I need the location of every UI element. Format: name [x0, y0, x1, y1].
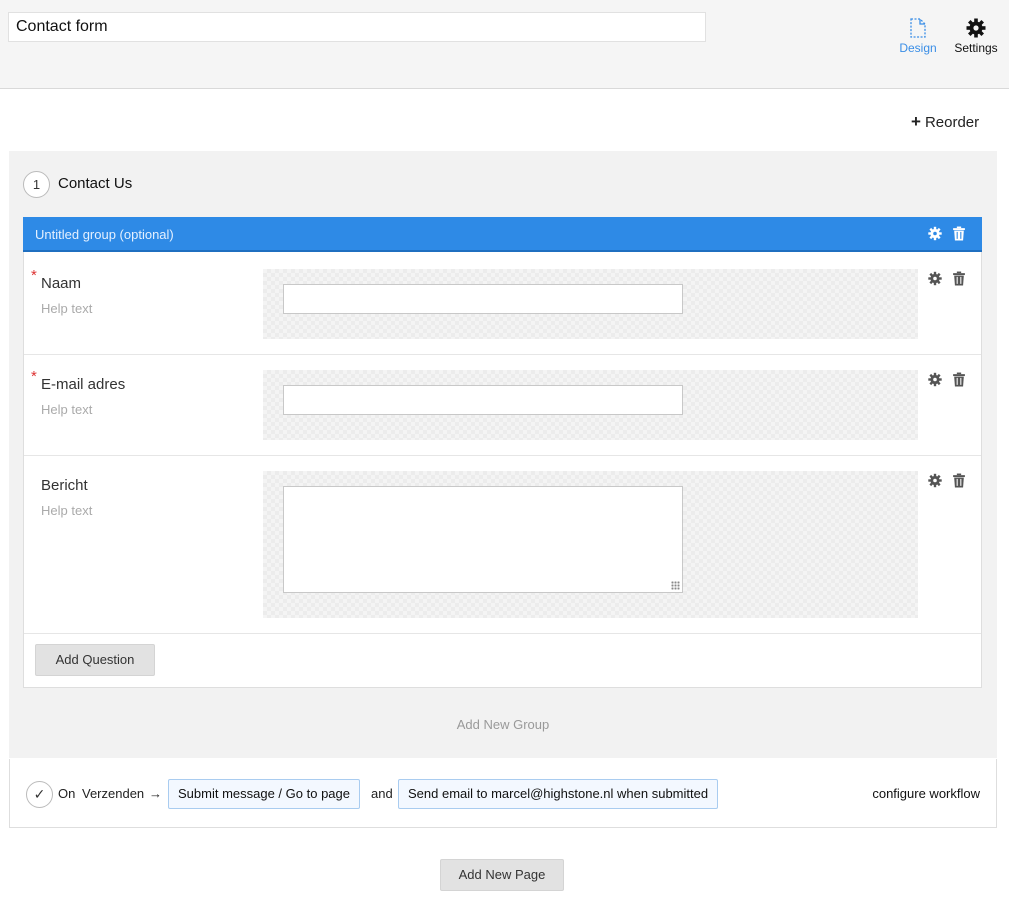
trash-icon[interactable] — [952, 473, 966, 488]
page-title[interactable]: Contact Us — [58, 175, 132, 192]
question-row[interactable]: * Naam Help text — [24, 253, 981, 355]
form-title-input[interactable]: Contact form — [8, 12, 706, 42]
workflow-on-label: On — [58, 786, 76, 801]
page-number-badge: 1 — [23, 171, 50, 198]
gear-icon — [966, 18, 986, 38]
field-preview — [263, 269, 918, 339]
design-tab[interactable]: Design — [888, 18, 948, 55]
gear-icon[interactable] — [928, 372, 942, 387]
email-input-preview — [283, 385, 683, 415]
workflow-trigger[interactable]: Verzenden — [82, 786, 144, 801]
check-icon: ✓ — [26, 781, 53, 808]
gear-icon[interactable] — [928, 271, 942, 286]
group-title[interactable]: Untitled group (optional) — [35, 227, 174, 242]
reorder-button[interactable]: + Reorder — [911, 112, 979, 132]
question-help-text[interactable]: Help text — [41, 402, 92, 417]
move-icon: + — [911, 112, 921, 131]
submit-action-button[interactable]: Submit message / Go to page — [168, 779, 360, 809]
question-label[interactable]: Bericht — [41, 477, 88, 494]
field-preview — [263, 370, 918, 440]
reorder-label: Reorder — [924, 114, 980, 131]
question-label[interactable]: Naam — [41, 275, 81, 292]
header-bar: Contact form Design Settings — [0, 0, 1009, 89]
required-marker: * — [31, 368, 37, 385]
question-label[interactable]: E-mail adres — [41, 376, 125, 393]
page-section: 1 Contact Us Untitled group (optional) *… — [9, 151, 997, 758]
configure-workflow-link[interactable]: configure workflow — [872, 786, 980, 801]
email-action-button[interactable]: Send email to marcel@highstone.nl when s… — [398, 779, 719, 809]
arrow-right-icon: → — [149, 786, 162, 801]
workflow-and-label: and — [371, 786, 393, 801]
question-row[interactable]: * E-mail adres Help text — [24, 355, 981, 456]
bericht-textarea-preview — [283, 486, 683, 593]
trash-icon[interactable] — [952, 271, 966, 286]
trash-icon[interactable] — [952, 372, 966, 387]
design-label: Design — [899, 41, 937, 55]
question-row[interactable]: Bericht Help text — [24, 456, 981, 634]
document-icon — [910, 18, 926, 38]
naam-input-preview — [283, 284, 683, 314]
question-help-text[interactable]: Help text — [41, 301, 92, 316]
add-new-page-button[interactable]: Add New Page — [440, 859, 564, 891]
gear-icon[interactable] — [928, 226, 943, 241]
add-question-button[interactable]: Add Question — [35, 644, 155, 676]
question-group: Untitled group (optional) * Naam Help te… — [23, 217, 982, 688]
required-marker: * — [31, 267, 37, 284]
resize-grip-icon — [671, 581, 680, 590]
settings-label: Settings — [954, 41, 998, 55]
field-preview — [263, 471, 918, 618]
add-new-group-button[interactable]: Add New Group — [9, 717, 997, 732]
question-help-text[interactable]: Help text — [41, 503, 92, 518]
gear-icon[interactable] — [928, 473, 942, 488]
group-header[interactable]: Untitled group (optional) — [23, 217, 982, 252]
trash-icon[interactable] — [952, 226, 966, 241]
settings-tab[interactable]: Settings — [946, 18, 1006, 55]
workflow-bar: ✓ On Verzenden → Submit message / Go to … — [9, 759, 997, 828]
